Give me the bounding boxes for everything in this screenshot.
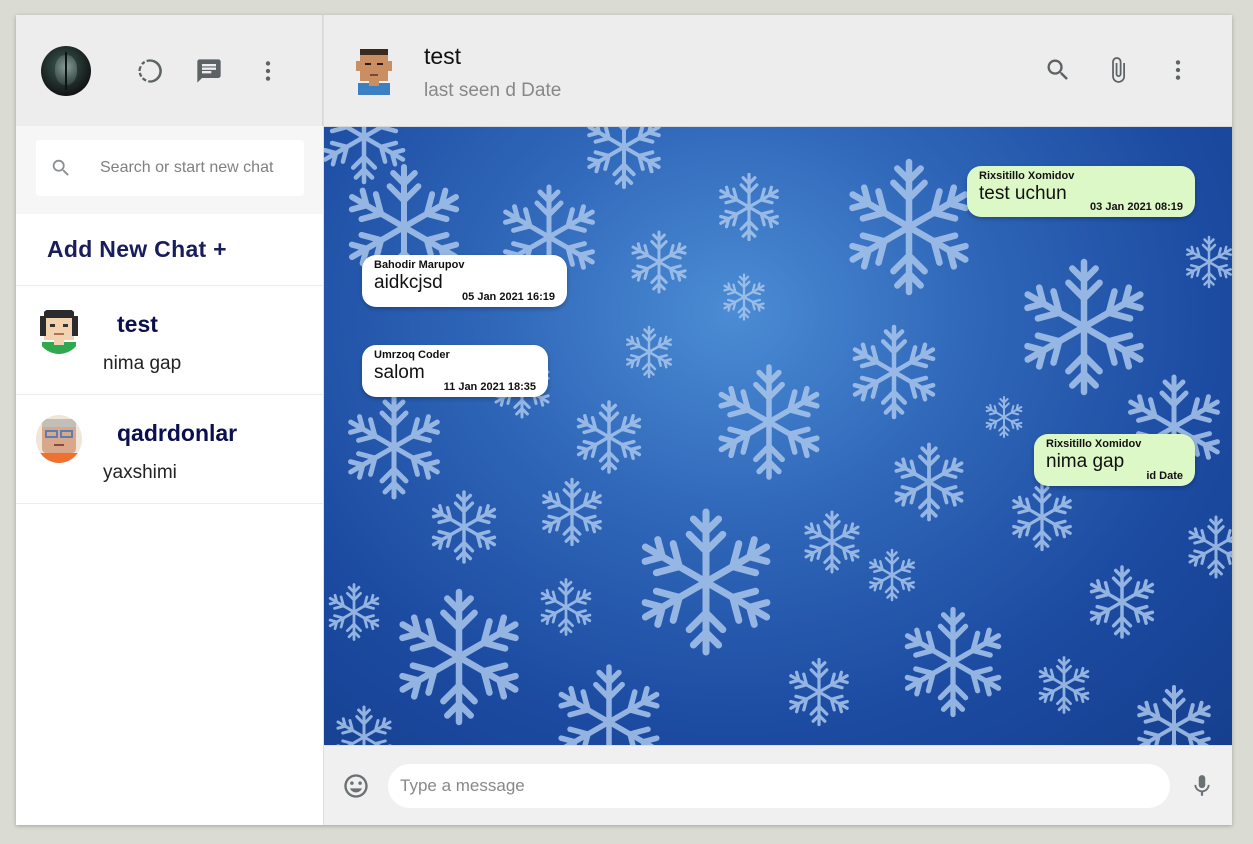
conversation-header: test last seen d Date: [324, 15, 1232, 127]
emoji-icon[interactable]: [338, 768, 374, 804]
message-bubble[interactable]: Bahodir Marupov aidkcjsd 05 Jan 2021 16:…: [362, 255, 567, 307]
chat-avatar: [36, 306, 82, 354]
message-author: Rixsitillo Xomidov: [1046, 438, 1142, 450]
message-author: Bahodir Marupov: [374, 259, 465, 271]
contact-status: last seen d Date: [424, 80, 562, 101]
contact-info: test last seen d Date: [424, 43, 561, 102]
new-chat-icon[interactable]: [191, 53, 227, 89]
paperclip-icon[interactable]: [1100, 52, 1136, 88]
message-time: 11 Jan 2021 18:35: [443, 381, 536, 393]
add-new-chat-button[interactable]: Add New Chat +: [16, 214, 323, 286]
message-bubble[interactable]: Rixsitillo Xomidov test uchun 03 Jan 202…: [967, 166, 1195, 217]
message-author: Umrzoq Coder: [374, 349, 450, 361]
chat-last-message: nima gap: [103, 353, 182, 374]
microphone-icon[interactable]: [1184, 768, 1220, 804]
chat-last-message: yaxshimi: [103, 462, 177, 483]
add-new-chat-label: Add New Chat +: [47, 236, 227, 262]
message-author: Rixsitillo Xomidov: [979, 170, 1075, 182]
message-bubble[interactable]: Rixsitillo Xomidov nima gap id Date: [1034, 434, 1195, 486]
app-window: Add New Chat + test nima: [16, 15, 1232, 825]
chat-list-item[interactable]: test nima gap: [16, 286, 323, 395]
message-input[interactable]: [388, 763, 1170, 808]
conversation-panel: test last seen d Date Rixsitillo Xomidov…: [324, 15, 1232, 825]
contact-name: test: [424, 43, 462, 69]
message-composer: [324, 745, 1232, 825]
search-icon[interactable]: [1040, 52, 1076, 88]
search-container: [16, 126, 323, 214]
chat-text: qadrdonlar yaxshimi: [103, 420, 237, 503]
sidebar: Add New Chat + test nima: [16, 15, 324, 825]
contact-avatar[interactable]: [352, 46, 396, 95]
chat-name: test: [117, 311, 158, 337]
more-vertical-icon[interactable]: [250, 53, 286, 89]
chat-avatar: [36, 415, 82, 463]
message-time: 05 Jan 2021 16:19: [462, 291, 555, 303]
avatar[interactable]: [41, 45, 91, 96]
message-bubble[interactable]: Umrzoq Coder salom 11 Jan 2021 18:35: [362, 345, 548, 397]
sidebar-header-icons: [132, 53, 286, 89]
search-icon: [52, 159, 69, 176]
message-area[interactable]: Rixsitillo Xomidov test uchun 03 Jan 202…: [324, 127, 1232, 745]
sidebar-header: [16, 15, 323, 126]
chat-text: test nima gap: [103, 311, 181, 394]
more-vertical-icon[interactable]: [1160, 52, 1196, 88]
chat-name: qadrdonlar: [117, 420, 238, 446]
conversation-header-icons: [1040, 52, 1196, 88]
status-icon[interactable]: [132, 53, 168, 89]
chat-list-item[interactable]: qadrdonlar yaxshimi: [16, 395, 323, 504]
message-time: 03 Jan 2021 08:19: [1090, 201, 1183, 213]
search-input[interactable]: [100, 159, 290, 177]
search-box: [36, 140, 304, 196]
message-time: id Date: [1146, 470, 1183, 482]
